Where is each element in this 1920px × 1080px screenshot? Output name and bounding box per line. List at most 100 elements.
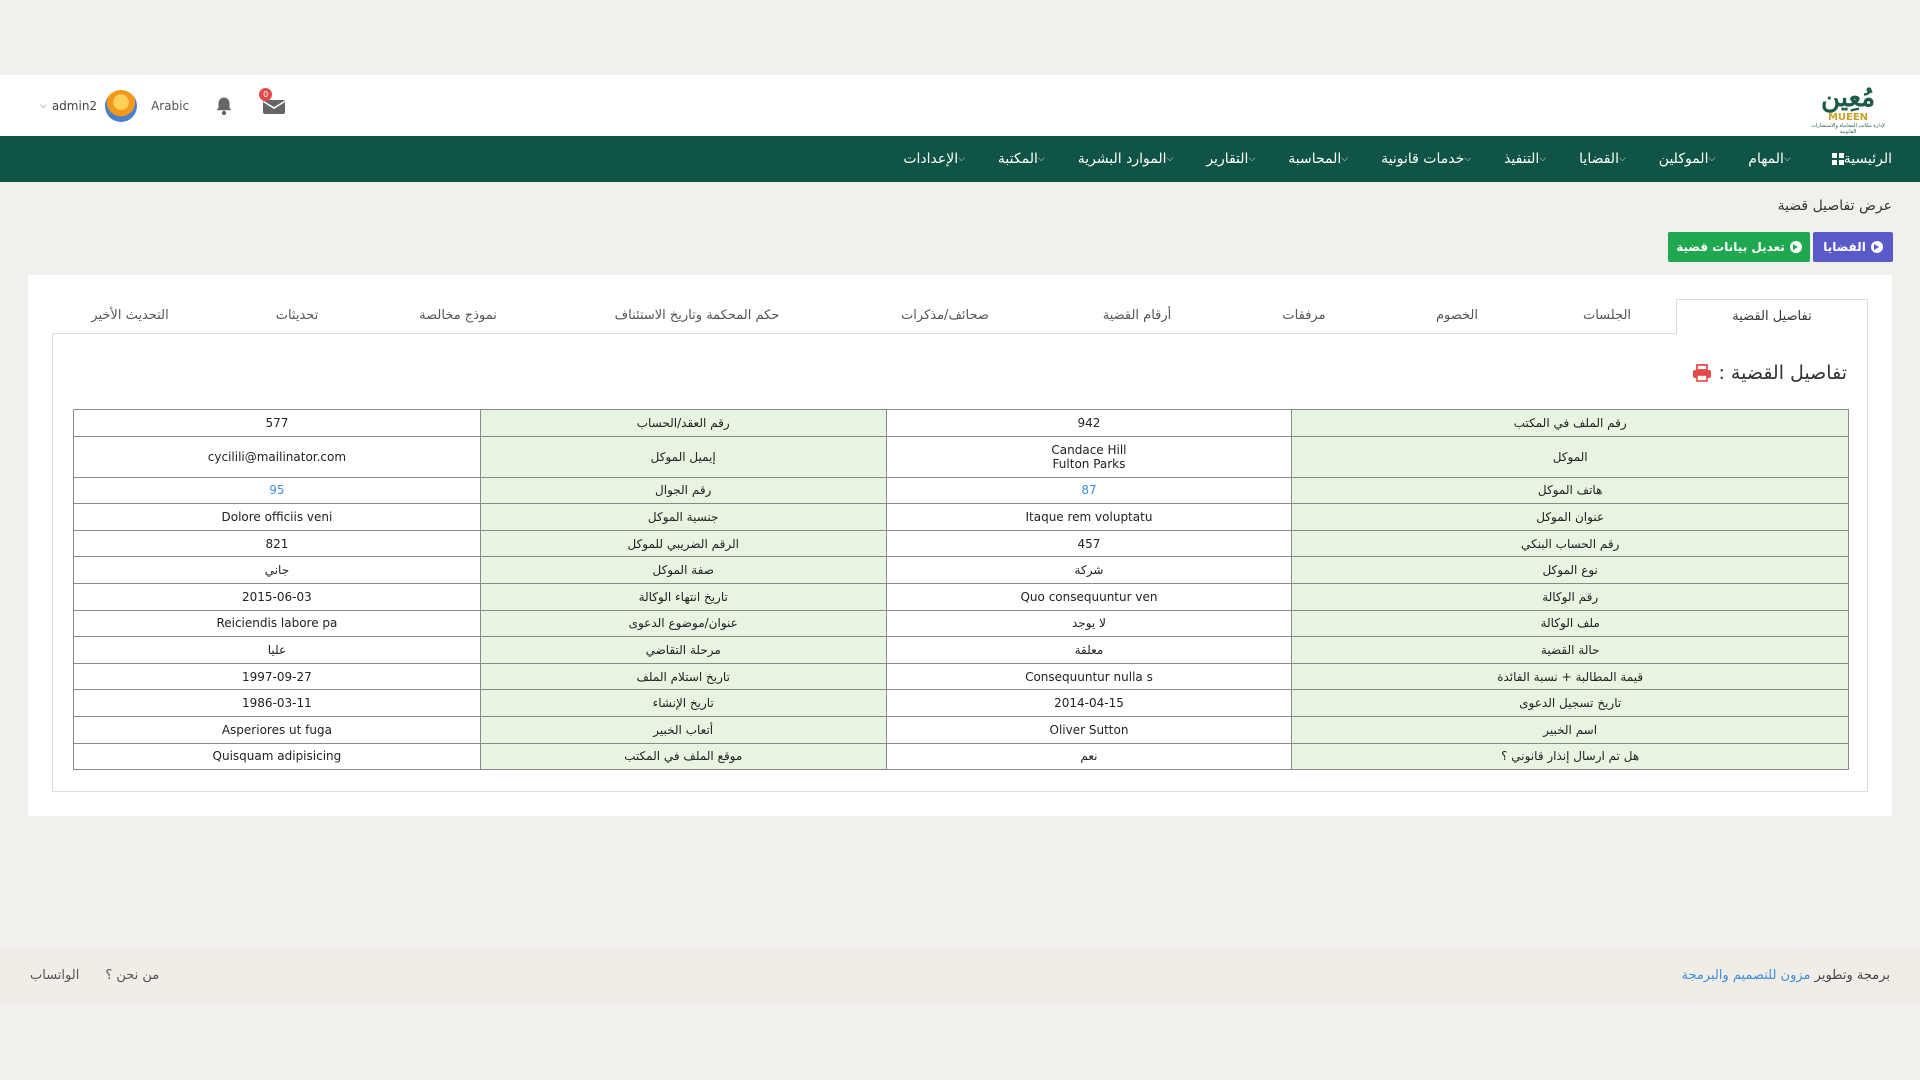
nav-item-settings[interactable]: الإعدادات ⌵ — [903, 151, 970, 167]
logo-english: MUEEN — [1827, 112, 1869, 123]
case-details-table: رقم الملف في المكتب 942 رقم العقد/الحساب 57… — [73, 409, 1849, 771]
field-value: لا يوجد — [885, 609, 1293, 638]
table-row: اسم الخبير Oliver Sutton أتعاب الخبير Asper… — [73, 715, 1849, 744]
tab-court-ruling[interactable]: حكم المحكمة وتاريخ الاستئناف — [564, 299, 830, 334]
nav-label: الموكلين — [1658, 151, 1709, 167]
field-label: موقع الملف في المكتب — [479, 742, 887, 771]
field-value[interactable]: 87 — [885, 476, 1293, 505]
nav-label: المحاسبة — [1288, 151, 1342, 167]
chevron-down-icon: ⌵ — [40, 101, 47, 111]
mueen-logo[interactable]: مُعِين MUEEN لإدارة مكاتب المحاماة والاس… — [1806, 83, 1890, 135]
field-value: Dolore officiis veni — [73, 503, 481, 531]
field-value: Itaque rem voluptatu — [885, 503, 1293, 531]
nav-label: الرئيسية — [1843, 151, 1892, 167]
tab-panel: تفاصيل القضية : رقم الملف في المكتب 942 رق… — [52, 334, 1868, 792]
nav-item-home[interactable]: الرئيسية — [1824, 151, 1892, 167]
chevron-down-icon: ⌵ — [1464, 154, 1472, 164]
field-label: إيميل الموكل — [479, 435, 887, 478]
field-value: Candace Hill Fulton Parks — [885, 435, 1293, 478]
arrow-circle-icon — [1789, 241, 1802, 253]
field-label: تاريخ تسجيل الدعوى — [1291, 689, 1849, 717]
field-value: شركة — [885, 556, 1293, 584]
tab-clearance-form[interactable]: نموذج مخالصة — [378, 299, 538, 334]
nav-label: المهام — [1748, 151, 1784, 167]
field-label: رقم الحساب البنكي — [1291, 529, 1849, 558]
nav-label: الإعدادات — [903, 151, 959, 167]
tab-case-details[interactable]: تفاصيل القضية — [1676, 299, 1868, 335]
table-row: قيمة المطالبة + نسبة الفائدة Consequuntur… — [73, 662, 1849, 691]
tab-sessions[interactable]: الجلسات — [1546, 299, 1668, 334]
table-row: ملف الوكالة لا يوجد عنوان/موضوع الدعوى Reic… — [73, 609, 1849, 638]
field-label: اسم الخبير — [1291, 715, 1849, 744]
arrow-circle-icon — [1870, 241, 1883, 253]
field-value: 2014-04-15 — [885, 689, 1293, 717]
about-link[interactable]: من نحن ؟ — [105, 968, 159, 983]
chevron-down-icon: ⌵ — [1783, 154, 1791, 164]
nav-label: التنفيذ — [1504, 151, 1540, 167]
field-value: Reiciendis labore pa — [73, 609, 481, 638]
tab-case-numbers[interactable]: أرقام القضية — [1062, 299, 1212, 334]
tab-memos[interactable]: صحائف/مذكرات — [860, 299, 1030, 334]
chevron-down-icon: ⌵ — [1341, 154, 1349, 164]
field-label: الموكل — [1291, 435, 1849, 478]
cases-button[interactable]: القضايا — [1813, 232, 1893, 262]
bell-icon[interactable] — [213, 95, 235, 117]
field-label: جنسية الموكل — [479, 503, 887, 531]
main-nav: الرئيسية المهام ⌵ الموكلين ⌵ القضايا ⌵ التن… — [0, 136, 1920, 182]
field-value: Quo consequuntur ven — [885, 582, 1293, 611]
field-label: رقم الملف في المكتب — [1291, 409, 1849, 437]
field-value: 457 — [885, 529, 1293, 558]
table-row: رقم الملف في المكتب 942 رقم العقد/الحساب 57… — [73, 409, 1849, 437]
field-value: 821 — [73, 529, 481, 558]
chevron-down-icon: ⌵ — [1037, 154, 1045, 164]
field-value: 1986-03-11 — [73, 689, 481, 717]
tab-last-update[interactable]: التحديث الأخير — [52, 299, 208, 334]
printer-icon[interactable] — [1692, 364, 1712, 382]
tab-opponents[interactable]: الخصوم — [1396, 299, 1518, 334]
table-row: الموكل Candace Hill Fulton Parks إيميل المو… — [73, 435, 1849, 478]
field-label: عنوان/موضوع الدعوى — [479, 609, 887, 638]
field-label: رقم الوكالة — [1291, 582, 1849, 611]
tab-updates[interactable]: تحديثات — [236, 299, 358, 334]
field-label: الرقم الضريبي للموكل — [479, 529, 887, 558]
edit-case-button[interactable]: تعديل بيانات قضية — [1668, 232, 1810, 262]
field-label: قيمة المطالبة + نسبة الفائدة — [1291, 662, 1849, 691]
field-label: أتعاب الخبير — [479, 715, 887, 744]
nav-item-accounting[interactable]: المحاسبة ⌵ — [1288, 151, 1353, 167]
dashboard-icon — [1831, 153, 1844, 165]
nav-item-execution[interactable]: التنفيذ ⌵ — [1504, 151, 1551, 167]
credit-link[interactable]: مزون للتصميم والبرمجة — [1681, 968, 1810, 983]
language-switch[interactable]: Arabic — [151, 99, 189, 113]
field-value: Asperiores ut fuga — [73, 715, 481, 744]
field-label: صفة الموكل — [479, 556, 887, 584]
field-value: عليا — [73, 636, 481, 664]
nav-item-tasks[interactable]: المهام ⌵ — [1748, 151, 1795, 167]
tab-attachments[interactable]: مرفقات — [1243, 299, 1365, 334]
nav-label: المكتبة — [997, 151, 1038, 167]
avatar[interactable] — [105, 90, 138, 122]
nav-item-cases[interactable]: القضايا ⌵ — [1579, 151, 1631, 167]
table-row: هاتف الموكل 87 رقم الجوال 95 — [73, 476, 1849, 505]
section-title-text: تفاصيل القضية : — [1718, 362, 1847, 384]
user-menu[interactable]: ⌵ admin2 — [40, 90, 138, 122]
mail-icon[interactable]: 0 — [259, 88, 287, 117]
footer-links: الواتساب من نحن ؟ — [30, 968, 185, 983]
table-row: رقم الوكالة Quo consequuntur ven تاريخ انت… — [73, 582, 1849, 611]
field-label: تاريخ انتهاء الوكالة — [479, 582, 887, 611]
field-value[interactable]: 95 — [73, 476, 481, 505]
whatsapp-link[interactable]: الواتساب — [30, 968, 79, 983]
field-label: ملف الوكالة — [1291, 609, 1849, 638]
field-value-line: Fulton Parks — [1052, 456, 1126, 471]
field-label: عنوان الموكل — [1291, 503, 1849, 531]
field-label: حالة القضية — [1291, 636, 1849, 664]
top-header: مُعِين MUEEN لإدارة مكاتب المحاماة والاس… — [0, 75, 1920, 136]
nav-item-library[interactable]: المكتبة ⌵ — [998, 151, 1050, 167]
nav-label: التقارير — [1206, 151, 1249, 167]
footer: برمجة وتطوير مزون للتصميم والبرمجة الوات… — [0, 950, 1920, 1005]
nav-item-clients[interactable]: الموكلين ⌵ — [1659, 151, 1721, 167]
nav-item-hr[interactable]: الموارد البشرية ⌵ — [1078, 151, 1179, 167]
nav-item-reports[interactable]: التقارير ⌵ — [1206, 151, 1260, 167]
tab-bar: تفاصيل القضية الجلسات الخصوم مرفقات أرقا… — [52, 299, 1868, 335]
nav-item-legal-services[interactable]: خدمات قانونية ⌵ — [1381, 151, 1476, 167]
field-value: نعم — [885, 742, 1293, 771]
